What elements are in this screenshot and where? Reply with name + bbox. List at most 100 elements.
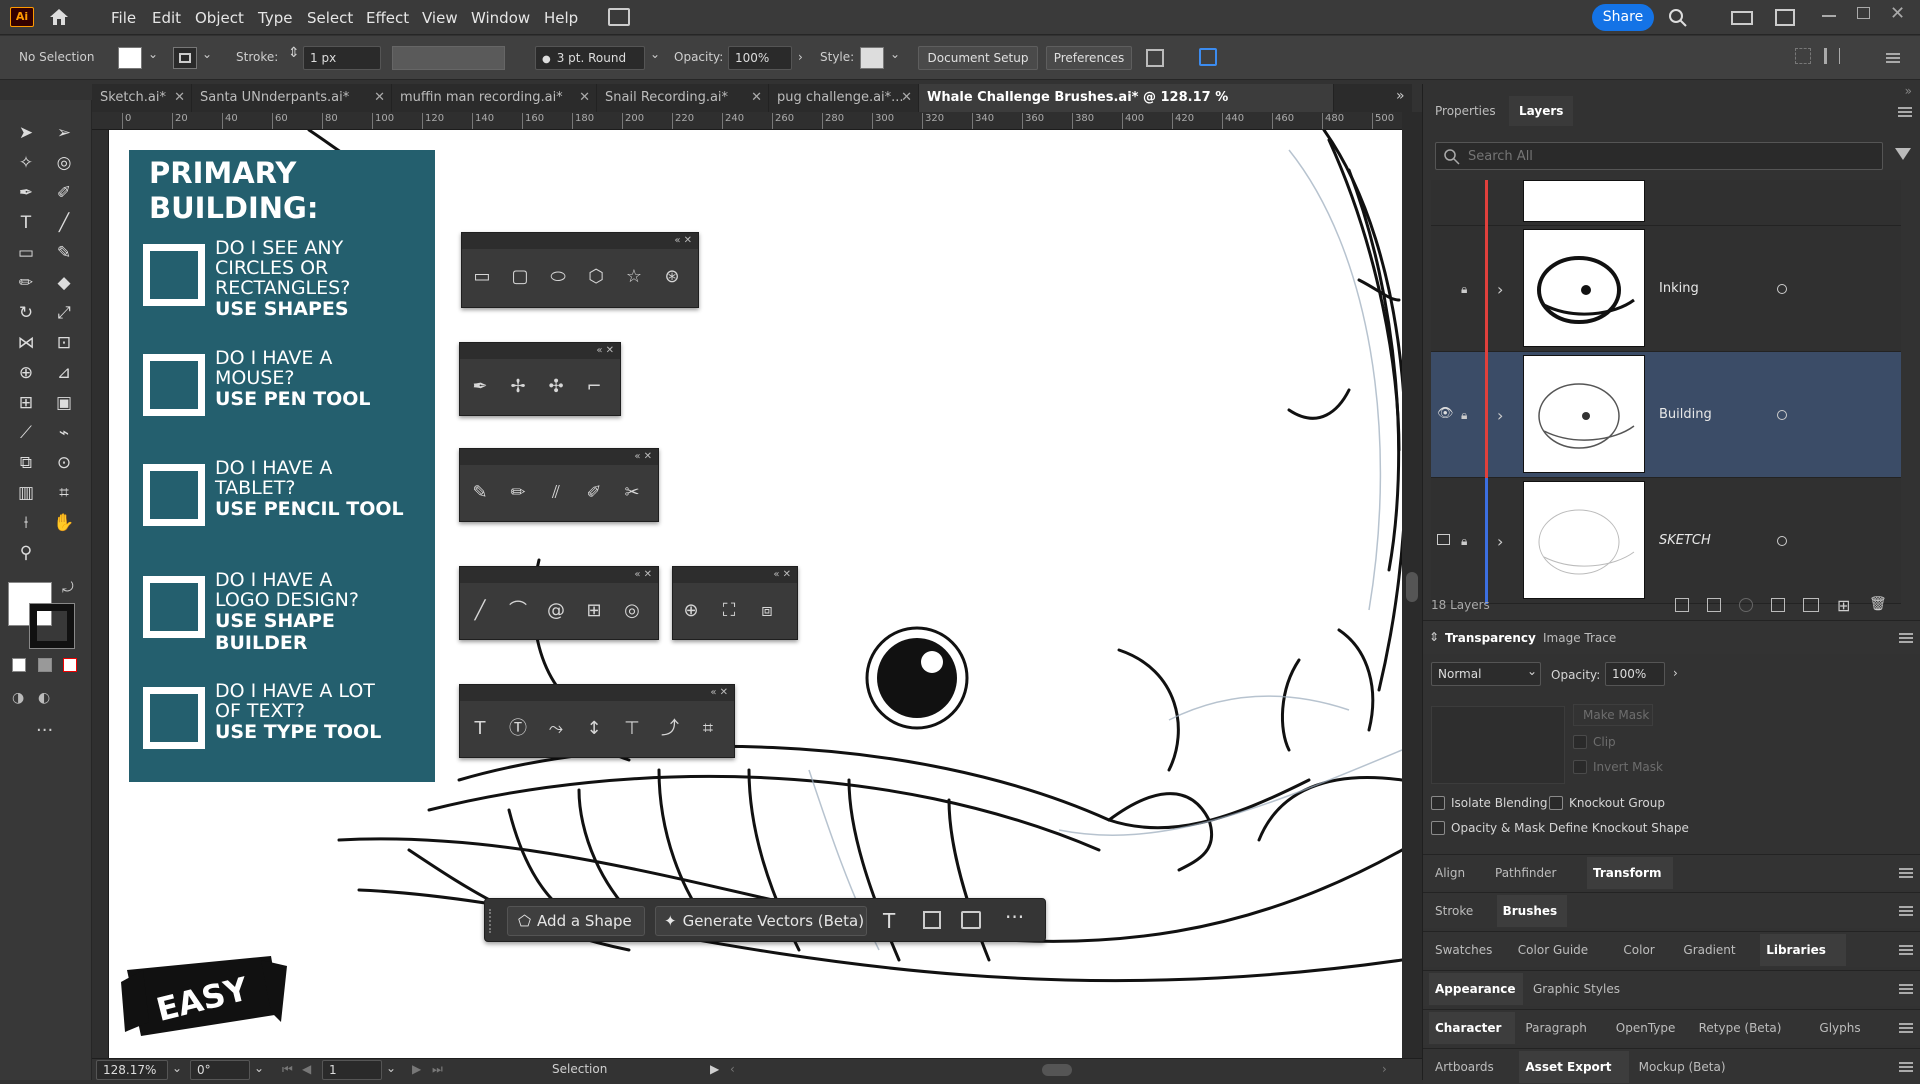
rotation-chevron-icon[interactable]: ⌄ (254, 1061, 264, 1075)
prev-artboard-icon[interactable]: ◀ (302, 1062, 311, 1076)
generate-vectors-button[interactable]: ✦ Generate Vectors (Beta) (655, 906, 867, 936)
layer-row-building[interactable]: 👁︎ 🔒︎ › Building (1431, 352, 1901, 478)
none-mode-icon[interactable] (63, 658, 77, 672)
delete-layer-icon[interactable]: 🗑︎ (1869, 596, 1887, 612)
expand-chevron-icon[interactable]: › (1497, 532, 1503, 551)
hscroll-thumb[interactable] (1042, 1064, 1072, 1076)
tab-opentype[interactable]: OpenType (1616, 1021, 1676, 1035)
curvature-tool-icon[interactable]: ✐ (50, 180, 78, 206)
anchor-point-icon[interactable]: ⌐ (580, 373, 608, 401)
color-mode-icon[interactable] (12, 658, 26, 672)
panel-group-menu-icon[interactable] (1899, 906, 1913, 916)
artboard-tool-icon[interactable]: ⌗ (50, 480, 78, 506)
layer-row-inking[interactable]: 🔒︎ › Inking (1431, 226, 1901, 352)
doc-tab[interactable]: muffin man recording.ai* ✕ (392, 84, 597, 112)
perspective-grid-tool-icon[interactable]: ⊿ (50, 360, 78, 386)
first-artboard-icon[interactable]: ⏮ (282, 1062, 293, 1077)
palette-header[interactable]: « ✕ (460, 567, 658, 583)
palette-header[interactable]: « ✕ (460, 685, 734, 701)
stroke-weight-field[interactable]: 1 px (303, 46, 381, 70)
image-icon[interactable] (961, 911, 981, 929)
make-clipping-mask-icon[interactable] (1771, 598, 1785, 612)
lock-icon[interactable]: 🔒︎ (1461, 408, 1467, 423)
line-tool-icon[interactable]: ╱ (50, 210, 78, 236)
close-tab-icon[interactable]: ✕ (751, 84, 762, 112)
layer-row[interactable] (1431, 180, 1901, 226)
style-chevron-icon[interactable]: ⌄ (890, 47, 900, 61)
share-button[interactable]: Share (1592, 4, 1654, 31)
gradient-mode-icon[interactable] (38, 658, 52, 672)
transparency-menu-icon[interactable] (1899, 633, 1913, 643)
more-tools-icon[interactable]: ··· (36, 720, 53, 741)
template-icon[interactable] (1437, 534, 1450, 545)
tab-asset-export[interactable]: Asset Export (1525, 1060, 1611, 1074)
add-shape-button[interactable]: ⬠ Add a Shape (507, 906, 645, 936)
pencil-icon[interactable]: ✏ (504, 479, 532, 507)
panel-collapse-icon[interactable]: » (1905, 84, 1912, 98)
tab-swatches[interactable]: Swatches (1435, 943, 1492, 957)
isolate-blending-checkbox[interactable] (1431, 796, 1445, 810)
selection-tool-icon[interactable]: ➤ (12, 120, 40, 146)
tab-glyphs[interactable]: Glyphs (1819, 1021, 1860, 1035)
hscroll-right-icon[interactable]: › (1382, 1062, 1387, 1076)
doc-tab[interactable]: pug challenge.ai*... ✕ (769, 84, 919, 112)
menu-item-object[interactable]: Object (195, 9, 244, 27)
menu-item-window[interactable]: Window (471, 9, 530, 27)
artboard-number-field[interactable]: 1 (322, 1060, 382, 1080)
expand-chevron-icon[interactable]: › (1497, 280, 1503, 299)
opacity-arrow-icon[interactable]: › (798, 50, 803, 64)
path-eraser-icon[interactable]: ✐ (580, 479, 608, 507)
minimize-icon[interactable] (1822, 15, 1836, 17)
drag-handle[interactable] (489, 909, 493, 933)
blend-tool-icon[interactable]: ⧉ (12, 450, 40, 476)
palette-header[interactable]: « ✕ (673, 567, 797, 583)
arrange-documents-icon[interactable] (608, 8, 630, 26)
paintbrush-tool-icon[interactable]: ✎ (50, 240, 78, 266)
shaper-tool-icon[interactable]: ✏ (12, 270, 40, 296)
smooth-icon[interactable]: ⫽ (542, 479, 570, 507)
tab-libraries[interactable]: Libraries (1766, 943, 1826, 957)
join-icon[interactable]: ✂ (618, 479, 646, 507)
tab-layers[interactable]: Layers (1519, 104, 1563, 118)
collapse-icon[interactable]: ⇕ (1429, 630, 1439, 644)
polar-grid-icon[interactable]: ◎ (618, 597, 646, 625)
rectangular-grid-icon[interactable]: ⊞ (580, 597, 608, 625)
live-paint-selection-icon[interactable]: ⧈ (753, 597, 781, 625)
clip-checkbox[interactable] (1573, 735, 1587, 749)
rotate-tool-icon[interactable]: ↻ (12, 300, 40, 326)
target-icon[interactable] (1777, 410, 1787, 420)
opacity-mask-knockout-checkbox[interactable] (1431, 821, 1445, 835)
workspace-switcher-icon[interactable] (1731, 11, 1753, 25)
menu-item-file[interactable]: File (111, 9, 136, 27)
type-tool-icon[interactable]: T (12, 210, 40, 236)
layer-search-input[interactable] (1468, 147, 1868, 165)
tab-graphic-styles[interactable]: Graphic Styles (1533, 982, 1620, 996)
stroke-stepper-icon[interactable]: ⇕ (288, 45, 300, 61)
stroke-swatch[interactable] (173, 47, 197, 69)
area-type-icon[interactable]: Ⓣ (504, 715, 532, 743)
doc-tab[interactable]: Santa UNnderpants.ai* ✕ (192, 84, 392, 112)
new-layer-icon[interactable]: ⊞ (1837, 596, 1850, 615)
brush-definition-field[interactable]: ● 3 pt. Round (535, 46, 645, 70)
tab-pathfinder[interactable]: Pathfinder (1495, 866, 1556, 880)
doc-tab[interactable]: Snail Recording.ai* ✕ (597, 84, 769, 112)
tabs-overflow-icon[interactable]: » (1396, 88, 1405, 104)
shape-builder-tool-icon[interactable]: ⊕ (12, 360, 40, 386)
star-icon[interactable]: ☆ (620, 263, 648, 291)
type-on-path-icon[interactable]: ⤳ (542, 715, 570, 743)
touch-type-icon[interactable]: ⌗ (694, 715, 722, 743)
rotation-field[interactable]: 0° (190, 1060, 250, 1080)
preferences-button[interactable]: Preferences (1046, 46, 1132, 70)
filter-icon[interactable] (1895, 148, 1911, 160)
menu-item-edit[interactable]: Edit (152, 9, 181, 27)
panel-group-menu-icon[interactable] (1899, 1023, 1913, 1033)
panel-group-menu-icon[interactable] (1899, 945, 1913, 955)
symbol-sprayer-tool-icon[interactable]: ⊙ (50, 450, 78, 476)
vertical-type-on-path-icon[interactable]: ⤴ (656, 715, 684, 743)
polygon-icon[interactable]: ⬡ (582, 263, 610, 291)
stroke-color-swatch[interactable] (29, 603, 75, 649)
slice-tool-icon[interactable]: ⟊ (12, 510, 40, 536)
tab-image-trace[interactable]: Image Trace (1543, 631, 1616, 645)
panel-group-menu-icon[interactable] (1899, 868, 1913, 878)
layers-panel-menu-icon[interactable] (1898, 107, 1912, 117)
